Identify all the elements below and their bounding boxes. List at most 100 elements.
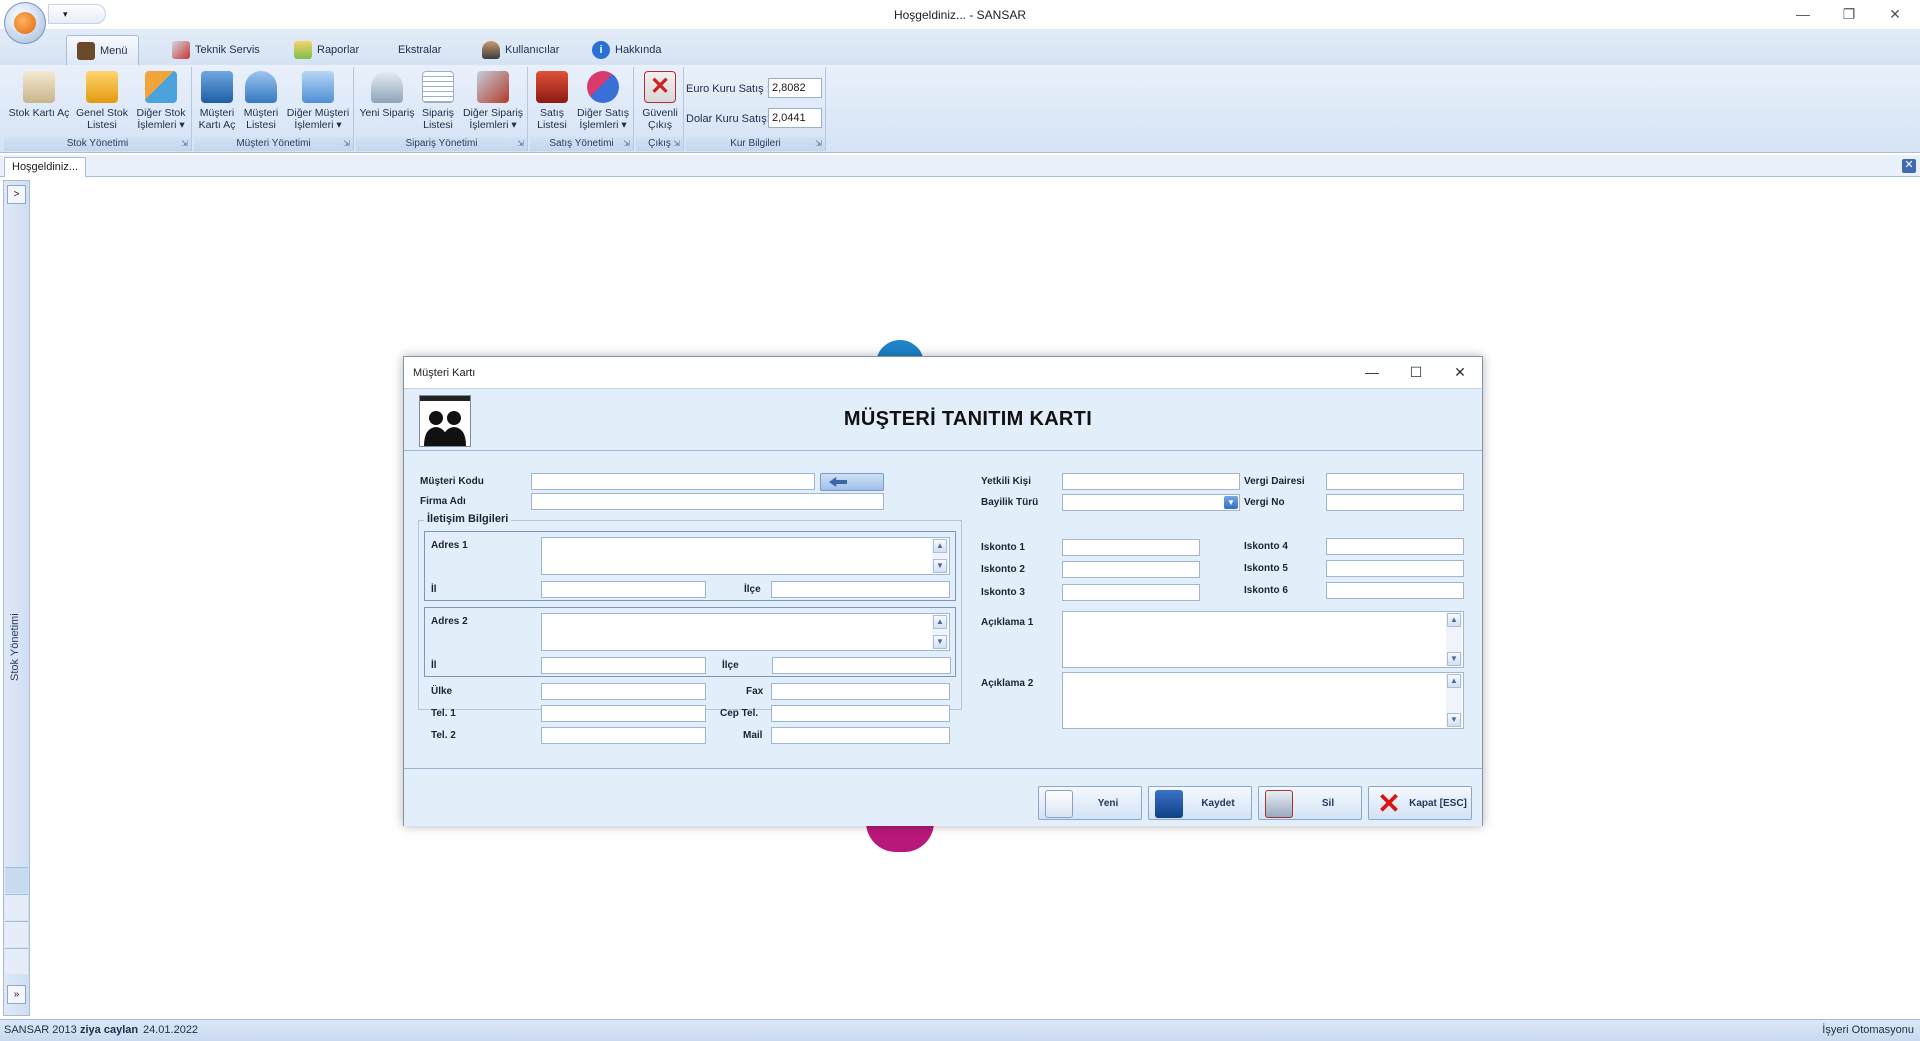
diger-siparis-islemleri-button[interactable]: Diğer Sipariş İşlemleri ▾: [460, 69, 526, 131]
scroll-down-icon[interactable]: ▼: [1447, 652, 1461, 666]
scroll-up-icon[interactable]: ▲: [1447, 613, 1461, 627]
vergi-dairesi-input[interactable]: [1326, 473, 1464, 490]
mail-input[interactable]: [771, 727, 950, 744]
yetkili-kisi-input[interactable]: [1062, 473, 1240, 490]
iskonto3-input[interactable]: [1062, 584, 1200, 601]
dialog-close-button[interactable]: ✕: [1438, 361, 1482, 385]
dialog-minimize-button[interactable]: —: [1350, 361, 1394, 385]
scrollbar[interactable]: ▲ ▼: [932, 615, 948, 649]
firma-adi-input[interactable]: [531, 493, 884, 510]
dialog-launcher-icon[interactable]: ⇲: [517, 137, 524, 151]
doc-tab-hosgeldiniz[interactable]: Hoşgeldiniz...: [4, 157, 87, 177]
dolar-rate-field[interactable]: 2,0441: [768, 108, 822, 128]
stock-list-icon: [86, 71, 118, 103]
dialog-launcher-icon[interactable]: ⇲: [673, 137, 680, 151]
quick-access-toolbar[interactable]: ▾: [48, 4, 106, 24]
iskonto4-input[interactable]: [1326, 538, 1464, 555]
iskonto5-input[interactable]: [1326, 560, 1464, 577]
nav-tile[interactable]: [5, 894, 28, 920]
group-caption: Çıkış ⇲: [636, 137, 683, 151]
tel1-input[interactable]: [541, 705, 706, 722]
nav-tile[interactable]: [5, 948, 28, 974]
kapat-button[interactable]: ✕ Kapat [ESC]: [1368, 786, 1472, 820]
cep-tel-input[interactable]: [771, 705, 950, 722]
tab-ekstralar[interactable]: Ekstralar: [388, 35, 451, 65]
tel2-input[interactable]: [541, 727, 706, 744]
expand-nav-button[interactable]: >: [7, 185, 26, 204]
yeni-button[interactable]: Yeni: [1038, 786, 1142, 820]
kaydet-button[interactable]: Kaydet: [1148, 786, 1252, 820]
scroll-up-icon[interactable]: ▲: [933, 615, 947, 629]
stok-karti-ac-button[interactable]: Stok Kartı Aç: [6, 69, 72, 119]
bayilik-turu-select[interactable]: ▼: [1062, 494, 1240, 511]
tools-icon: [172, 41, 190, 59]
adres2-textarea[interactable]: ▲ ▼: [541, 613, 950, 651]
musteri-listesi-button[interactable]: Müşteri Listesi: [240, 69, 282, 131]
siparis-listesi-button[interactable]: Sipariş Listesi: [418, 69, 458, 131]
guvenli-cikis-button[interactable]: ✕ Güvenli Çıkış: [638, 69, 682, 131]
group-satis-yonetimi: Satış Listesi Diğer Satış İşlemleri ▾ Sa…: [530, 67, 634, 151]
tab-kullanicilar[interactable]: Kullanıcılar: [472, 35, 569, 65]
yeni-siparis-button[interactable]: Yeni Sipariş: [358, 69, 416, 119]
sil-button[interactable]: Sil: [1258, 786, 1362, 820]
scrollbar[interactable]: ▲ ▼: [1446, 613, 1462, 666]
tab-teknik-servis[interactable]: Teknik Servis: [162, 35, 270, 65]
dialog-maximize-button[interactable]: ☐: [1394, 361, 1438, 385]
vergi-no-input[interactable]: [1326, 494, 1464, 511]
scroll-up-icon[interactable]: ▲: [933, 539, 947, 553]
diger-musteri-islemleri-button[interactable]: Diğer Müşteri İşlemleri ▾: [284, 69, 352, 131]
shopping-cart-icon: [371, 71, 403, 103]
group-caption: Müşteri Yönetimi ⇲: [194, 137, 353, 151]
scroll-up-icon[interactable]: ▲: [1447, 674, 1461, 688]
ulke-input[interactable]: [541, 683, 706, 700]
adres1-textarea[interactable]: ▲ ▼: [541, 537, 950, 575]
il1-input[interactable]: [541, 581, 706, 598]
dialog-launcher-icon[interactable]: ⇲: [623, 137, 630, 151]
scroll-down-icon[interactable]: ▼: [933, 635, 947, 649]
tab-raporlar[interactable]: Raporlar: [284, 35, 369, 65]
musteri-kodu-lookup-button[interactable]: [820, 473, 884, 491]
musteri-karti-dialog: Müşteri Kartı — ☐ ✕ MÜŞTERİ TANITIM KART…: [403, 356, 1483, 826]
il2-input[interactable]: [541, 657, 706, 674]
nav-more-button[interactable]: »: [7, 985, 26, 1004]
aciklama2-textarea[interactable]: ▲ ▼: [1062, 672, 1464, 729]
nav-tile[interactable]: [5, 921, 28, 947]
ilce1-input[interactable]: [771, 581, 950, 598]
euro-rate-field[interactable]: 2,8082: [768, 78, 822, 98]
window-titlebar: Hoşgeldiniz... - SANSAR — ❐ ✕: [0, 0, 1920, 30]
scrollbar[interactable]: ▲ ▼: [932, 539, 948, 573]
qat-dropdown-icon[interactable]: ▾: [63, 9, 68, 19]
iskonto6-input[interactable]: [1326, 582, 1464, 599]
application-orb-button[interactable]: [4, 2, 46, 44]
chevron-down-icon[interactable]: ▼: [1224, 496, 1238, 509]
dialog-header: MÜŞTERİ TANITIM KARTI: [404, 389, 1482, 451]
nav-pane-label[interactable]: Stok Yönetimi: [9, 613, 21, 681]
dialog-launcher-icon[interactable]: ⇲: [343, 137, 350, 151]
dialog-launcher-icon[interactable]: ⇲: [181, 137, 188, 151]
dialog-launcher-icon[interactable]: ⇲: [815, 137, 822, 151]
iskonto1-input[interactable]: [1062, 539, 1200, 556]
ilce2-input[interactable]: [772, 657, 951, 674]
diger-satis-islemleri-button[interactable]: Diğer Satış İşlemleri ▾: [574, 69, 632, 131]
iskonto2-input[interactable]: [1062, 561, 1200, 578]
musteri-karti-ac-button[interactable]: Müşteri Kartı Aç: [196, 69, 238, 131]
nav-tile[interactable]: [5, 867, 28, 893]
scroll-down-icon[interactable]: ▼: [1447, 713, 1461, 727]
scroll-down-icon[interactable]: ▼: [933, 559, 947, 573]
musteri-kodu-input[interactable]: [531, 473, 815, 490]
tab-hakkinda[interactable]: i Hakkında: [582, 35, 671, 65]
close-button[interactable]: ✕: [1872, 0, 1918, 30]
button-label: Diğer Stok: [136, 107, 186, 119]
tab-menu[interactable]: Menü: [66, 35, 139, 65]
fax-input[interactable]: [771, 683, 950, 700]
satis-listesi-button[interactable]: Satış Listesi: [532, 69, 572, 131]
new-document-icon: [1045, 790, 1073, 818]
close-document-icon[interactable]: ✕: [1902, 159, 1916, 173]
aciklama1-textarea[interactable]: ▲ ▼: [1062, 611, 1464, 668]
diger-stok-islemleri-button[interactable]: Diğer Stok İşlemleri ▾: [132, 69, 190, 131]
group-caption: Kur Bilgileri ⇲: [686, 137, 825, 151]
minimize-button[interactable]: —: [1780, 0, 1826, 30]
restore-button[interactable]: ❐: [1826, 0, 1872, 30]
scrollbar[interactable]: ▲ ▼: [1446, 674, 1462, 727]
genel-stok-listesi-button[interactable]: Genel Stok Listesi: [74, 69, 130, 131]
